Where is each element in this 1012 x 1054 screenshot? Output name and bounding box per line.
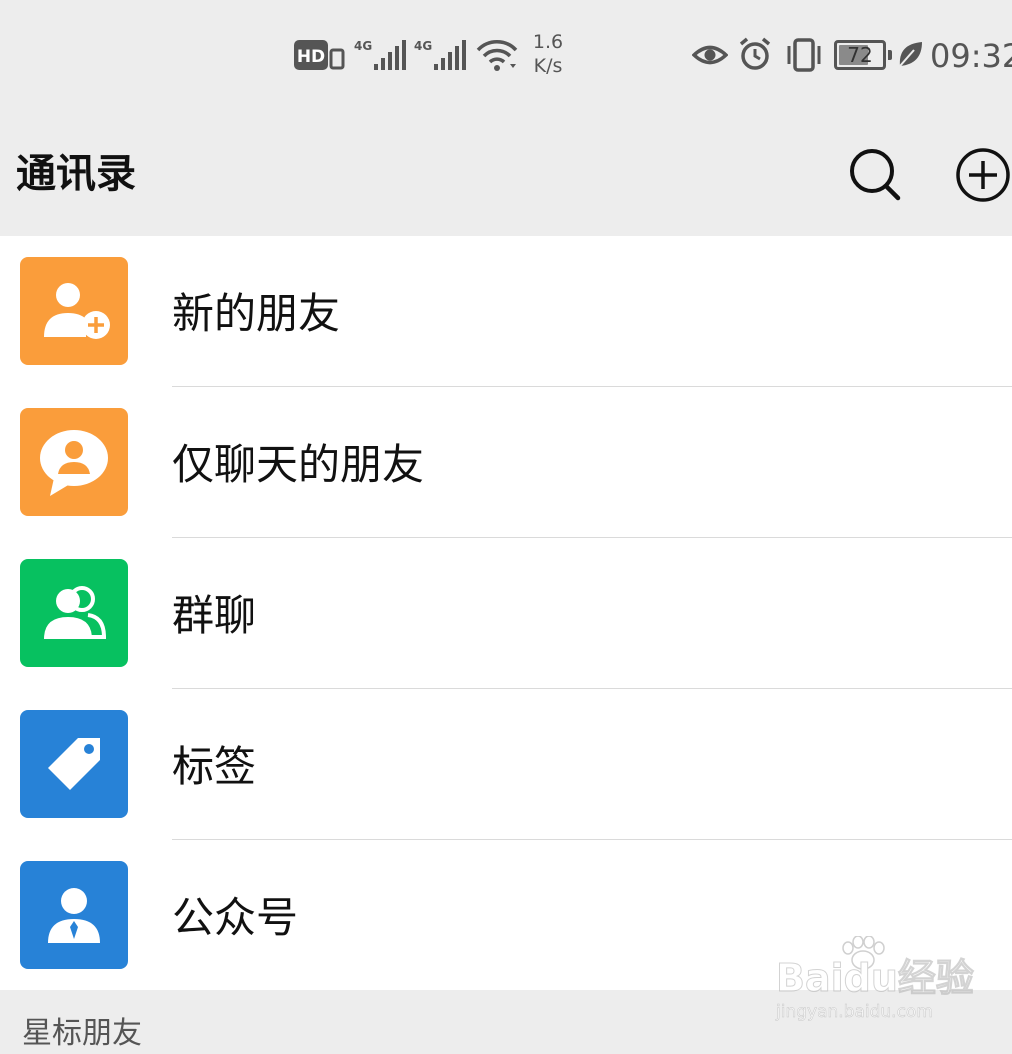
status-bar: HD 4G 4G 1.6 K/s 72 09:3	[0, 0, 1012, 110]
eye-comfort-icon	[692, 45, 728, 65]
menu-item-tags[interactable]: 标签	[0, 689, 1012, 840]
menu-item-label: 公众号	[172, 893, 299, 942]
signal-sim1-icon: 4G	[354, 39, 406, 70]
tag-icon	[20, 710, 128, 818]
network-speed: 1.6 K/s	[528, 30, 568, 78]
menu-item-label: 仅聊天的朋友	[172, 440, 425, 489]
signal-sim2-icon: 4G	[414, 39, 466, 70]
search-icon[interactable]	[846, 146, 904, 204]
menu-item-chat-only-friends[interactable]: 仅聊天的朋友	[0, 387, 1012, 538]
menu-item-label: 标签	[172, 742, 257, 791]
wifi-icon	[476, 40, 518, 71]
official-account-icon	[20, 861, 128, 969]
starred-friends-title: 星标朋友	[22, 1016, 142, 1051]
network-speed-value: 1.6	[532, 31, 564, 53]
baidu-watermark: Baidu经验 jingyan.baidu.com	[776, 936, 976, 1026]
watermark-brand: Baidu经验	[776, 956, 975, 1001]
hd-voice-icon: HD	[294, 40, 345, 70]
chat-only-friend-icon	[20, 408, 128, 516]
menu-item-new-friends[interactable]: 新的朋友	[0, 236, 1012, 387]
svg-text:4G: 4G	[354, 39, 372, 53]
vibrate-icon	[787, 38, 821, 72]
menu-item-label: 群聊	[172, 591, 257, 640]
page-title: 通讯录	[16, 151, 136, 197]
new-friend-icon	[20, 257, 128, 365]
battery-level-text: 72	[847, 43, 873, 67]
watermark-url: jingyan.baidu.com	[776, 1002, 933, 1023]
network-speed-unit: K/s	[533, 55, 563, 77]
menu-item-group-chats[interactable]: 群聊	[0, 538, 1012, 689]
clock-time: 09:32	[930, 37, 1012, 75]
add-icon[interactable]	[954, 146, 1012, 204]
alarm-icon	[739, 37, 771, 70]
group-chat-icon	[20, 559, 128, 667]
svg-text:4G: 4G	[414, 39, 432, 53]
menu-item-label: 新的朋友	[172, 289, 341, 338]
contacts-menu-list: 新的朋友 仅聊天的朋友 群聊 标签 公众号	[0, 236, 1012, 990]
battery-indicator: 72	[834, 40, 892, 70]
power-saving-leaf-icon	[899, 42, 922, 67]
svg-text:HD: HD	[297, 47, 325, 67]
